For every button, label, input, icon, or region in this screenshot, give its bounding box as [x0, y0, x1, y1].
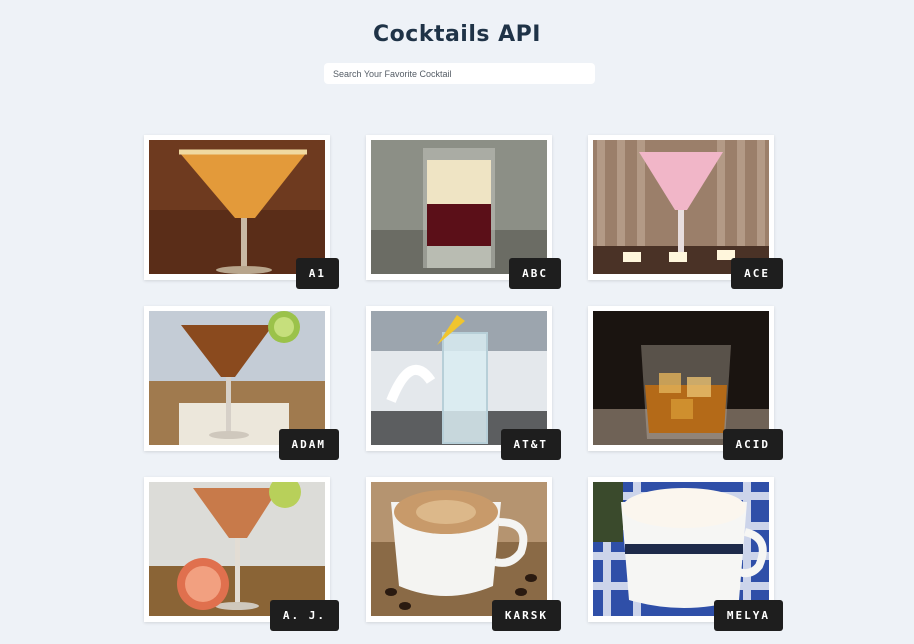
drink-card-karsk[interactable]: KARSK [366, 477, 561, 631]
drink-card-adam[interactable]: ADAM [144, 306, 339, 460]
drink-name: MELYA [713, 600, 783, 631]
drink-card-acid[interactable]: ACID [588, 306, 783, 460]
drink-image-aj[interactable] [149, 482, 325, 616]
drink-name: AT&T [500, 429, 561, 460]
drink-image-ace[interactable] [593, 140, 769, 274]
drink-image-acid[interactable] [593, 311, 769, 445]
drink-name: ACID [722, 429, 783, 460]
drink-name: A. J. [269, 600, 339, 631]
drink-card-a1[interactable]: A1 [144, 135, 339, 289]
drink-name: ADAM [278, 429, 339, 460]
drink-name: ACE [731, 258, 783, 289]
page-title: Cocktails API [373, 22, 541, 47]
page: Cocktails API A1 A [0, 0, 914, 644]
drink-name: A1 [295, 258, 339, 289]
drink-image-a1[interactable] [149, 140, 325, 274]
drink-card-melya[interactable]: MELYA [588, 477, 783, 631]
drink-image-adam[interactable] [149, 311, 325, 445]
drink-image-karsk[interactable] [371, 482, 547, 616]
drink-name: KARSK [491, 600, 561, 631]
drink-card-att[interactable]: AT&T [366, 306, 561, 460]
drink-name: ABC [509, 258, 561, 289]
drink-card-aj[interactable]: A. J. [144, 477, 339, 631]
drink-image-melya[interactable] [593, 482, 769, 616]
drink-image-abc[interactable] [371, 140, 547, 274]
drink-card-ace[interactable]: ACE [588, 135, 783, 289]
drink-card-abc[interactable]: ABC [366, 135, 561, 289]
search-input[interactable] [324, 63, 595, 84]
drink-image-att[interactable] [371, 311, 547, 445]
